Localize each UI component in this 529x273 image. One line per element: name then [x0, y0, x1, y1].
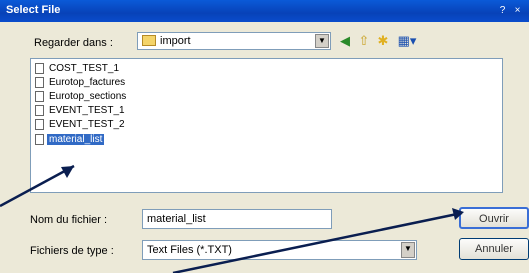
- annotation-arrows: [0, 164, 464, 273]
- select-file-dialog: Select File ? × Regarder dans : import ▼…: [0, 0, 529, 273]
- annotation-arrow-line: [0, 164, 75, 208]
- annotation-arrow-line: [172, 211, 463, 273]
